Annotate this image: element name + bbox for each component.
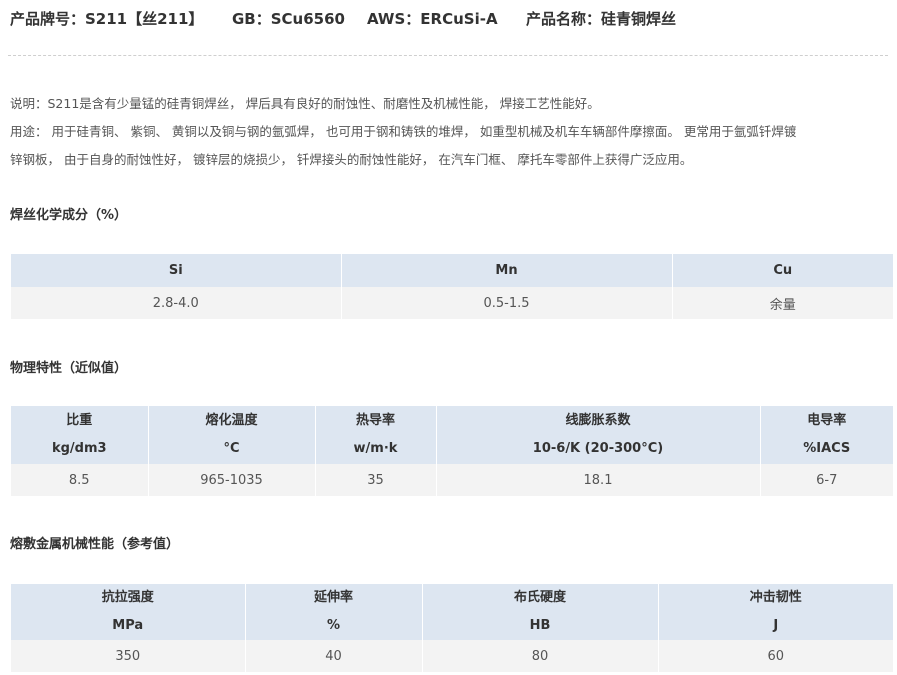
- header-unit: %IACS: [803, 441, 851, 456]
- header-name: 电导率: [807, 413, 847, 428]
- header-name: 线膨胀系数: [565, 413, 631, 428]
- description-line-2: 用途： 用于硅青铜、 紫铜、 黄铜以及铜与钢的氩弧焊， 也可用于钢和铸铁的堆焊，…: [10, 124, 797, 139]
- header-name: 布氏硬度: [513, 590, 566, 605]
- chem-header-mn: Mn: [341, 254, 673, 287]
- physical-header-density: 比重 kg/dm3: [11, 406, 149, 464]
- mechanical-value-elongation: 40: [245, 640, 423, 672]
- physical-value-melting: 965-1035: [148, 464, 316, 496]
- description-line-1: 说明：S211是含有少量锰的硅青铜焊丝， 焊后具有良好的耐蚀性、耐磨性及机械性能…: [10, 96, 600, 111]
- chem-header-cu: Cu: [672, 254, 893, 287]
- physical-header-thermal: 热导率 w/m·k: [315, 406, 437, 464]
- header-unit: kg/dm3: [51, 441, 107, 456]
- table-header-row: 比重 kg/dm3 熔化温度 °C 热导率 w/m·k 线膨胀系数 10-6/K…: [11, 406, 893, 464]
- product-header: 产品牌号：S211【丝211】 GB：SCu6560 AWS：ERCuSi-A …: [10, 8, 890, 30]
- product-description: 说明：S211是含有少量锰的硅青铜焊丝， 焊后具有良好的耐蚀性、耐磨性及机械性能…: [10, 90, 890, 174]
- chem-value-si: 2.8-4.0: [11, 287, 342, 319]
- physical-header-conductivity: 电导率 %IACS: [760, 406, 893, 464]
- aws-standard: AWS：ERCuSi-A: [367, 10, 498, 28]
- physical-table: 比重 kg/dm3 熔化温度 °C 热导率 w/m·k 线膨胀系数 10-6/K…: [11, 406, 893, 496]
- mechanical-value-tensile: 350: [11, 640, 246, 672]
- product-brand: 产品牌号：S211【丝211】: [10, 10, 204, 28]
- mechanical-header-impact: 冲击韧性 J: [658, 584, 893, 640]
- header-name: 比重: [66, 413, 93, 428]
- table-row: 350 40 80 60: [11, 640, 893, 672]
- chem-value-mn: 0.5-1.5: [341, 287, 673, 319]
- chem-section-title: 焊丝化学成分（%）: [10, 208, 128, 223]
- chem-header-si: Si: [11, 254, 342, 287]
- product-name: 产品名称：硅青铜焊丝: [526, 10, 677, 28]
- mechanical-table: 抗拉强度 MPa 延伸率 % 布氏硬度 HB 冲击韧性 J 350 40 80 …: [11, 584, 893, 672]
- chem-table: Si Mn Cu 2.8-4.0 0.5-1.5 余量: [11, 254, 893, 319]
- table-row: 2.8-4.0 0.5-1.5 余量: [11, 287, 893, 319]
- mechanical-header-hardness: 布氏硬度 HB: [422, 584, 659, 640]
- table-header-row: Si Mn Cu: [11, 254, 893, 287]
- table-header-row: 抗拉强度 MPa 延伸率 % 布氏硬度 HB 冲击韧性 J: [11, 584, 893, 640]
- physical-value-conductivity: 6-7: [760, 464, 893, 496]
- mechanical-section-title: 熔敷金属机械性能（参考值）: [10, 537, 180, 552]
- header-unit: J: [773, 618, 779, 633]
- table-row: 8.5 965-1035 35 18.1 6-7: [11, 464, 893, 496]
- physical-value-expansion: 18.1: [436, 464, 761, 496]
- physical-section-title: 物理特性（近似值）: [10, 361, 128, 376]
- physical-value-density: 8.5: [11, 464, 149, 496]
- mechanical-value-hardness: 80: [422, 640, 659, 672]
- header-unit: MPa: [112, 618, 144, 633]
- mechanical-header-elongation: 延伸率 %: [245, 584, 423, 640]
- header-name: 抗拉强度: [101, 590, 154, 605]
- physical-header-melting: 熔化温度 °C: [148, 406, 316, 464]
- description-line-3: 锌钢板， 由于自身的耐蚀性好， 镀锌层的烧损少， 钎焊接头的耐蚀性能好， 在汽车…: [10, 152, 693, 167]
- mechanical-value-impact: 60: [658, 640, 893, 672]
- header-unit: 10-6/K (20-300°C): [532, 441, 664, 456]
- header-name: 延伸率: [313, 590, 353, 605]
- gb-standard: GB：SCu6560: [232, 10, 345, 28]
- physical-header-expansion: 线膨胀系数 10-6/K (20-300°C): [436, 406, 761, 464]
- header-name: 热导率: [355, 413, 395, 428]
- physical-value-thermal: 35: [315, 464, 437, 496]
- chem-value-cu: 余量: [672, 287, 893, 319]
- header-unit: °C: [223, 441, 240, 456]
- header-name: 熔化温度: [205, 413, 258, 428]
- header-unit: %: [326, 618, 341, 633]
- header-unit: w/m·k: [353, 441, 398, 456]
- mechanical-header-tensile: 抗拉强度 MPa: [11, 584, 246, 640]
- header-unit: HB: [529, 618, 551, 633]
- header-divider: [8, 55, 888, 56]
- header-name: 冲击韧性: [749, 590, 802, 605]
